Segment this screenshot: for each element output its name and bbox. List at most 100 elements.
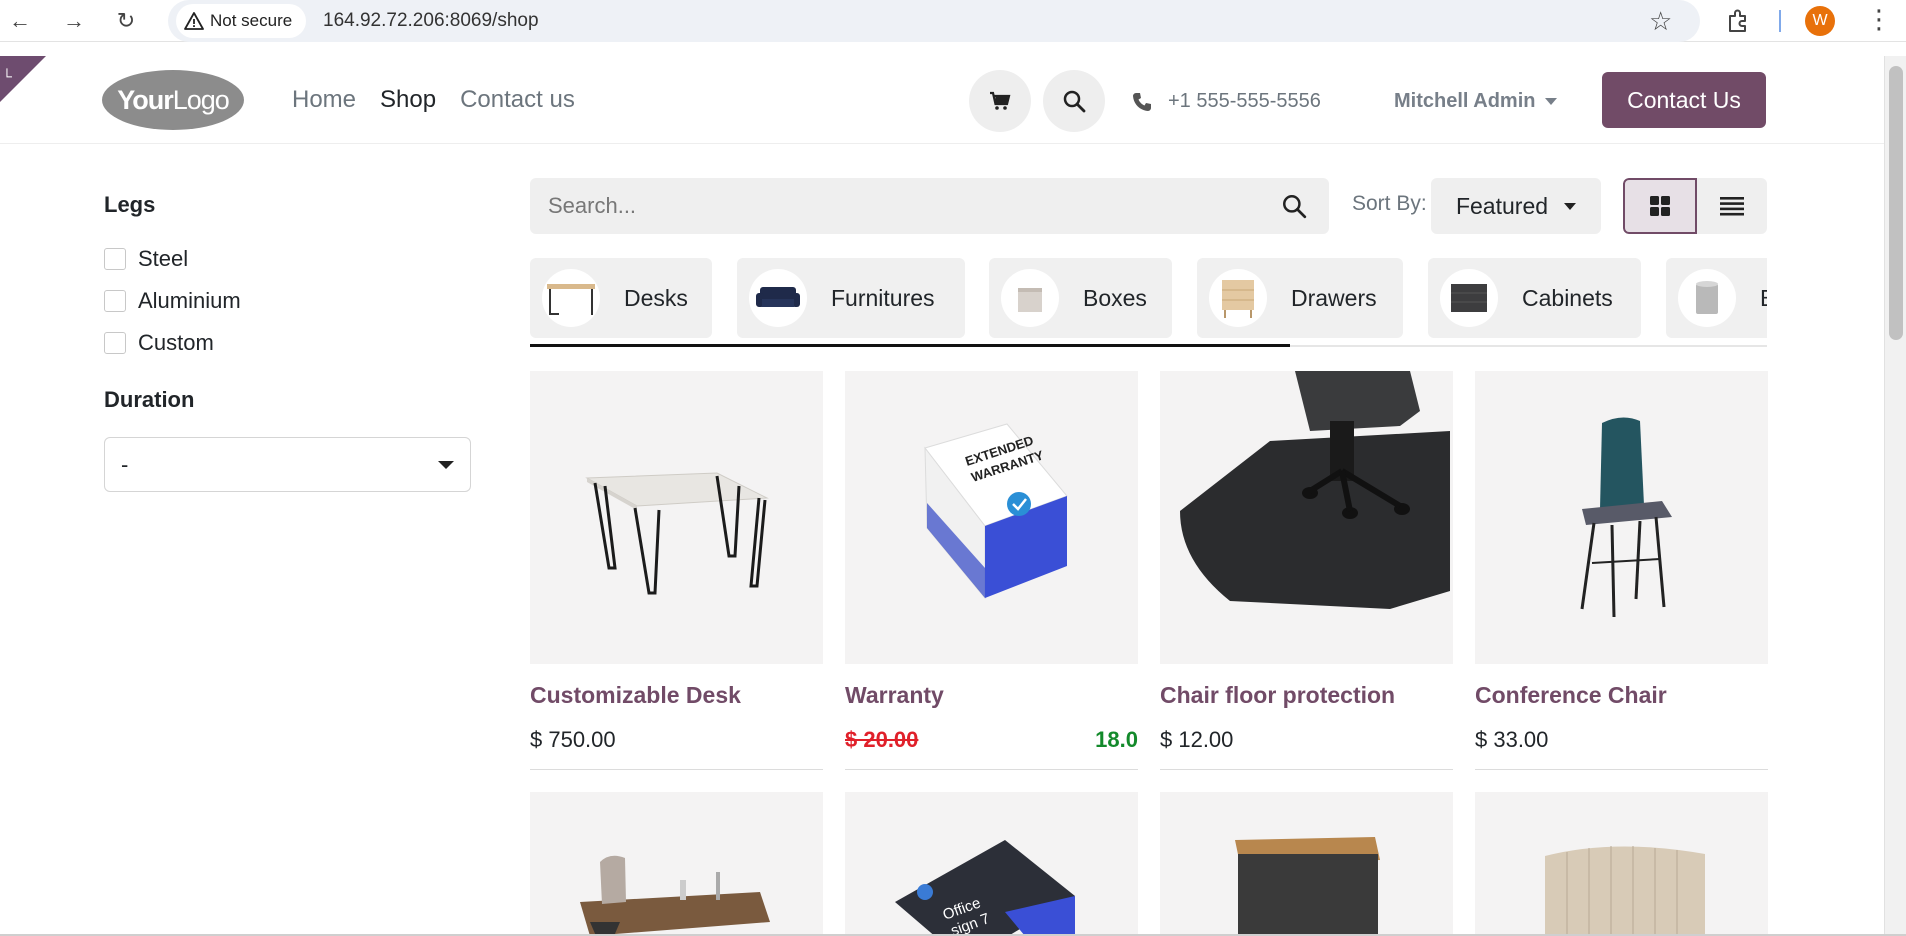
search-input[interactable]	[548, 192, 1248, 220]
chevron-down-icon	[1564, 202, 1577, 210]
discounted-price: 18.0	[1095, 727, 1138, 752]
product-price: $ 12.00	[1160, 727, 1453, 753]
category-chip-cabinets[interactable]: Cabinets	[1428, 258, 1641, 338]
nav-contact-us[interactable]: Contact us	[460, 86, 575, 114]
extensions-icon[interactable]	[1725, 8, 1751, 34]
checkbox[interactable]	[104, 248, 126, 270]
logo-text-bold: Your	[117, 84, 173, 115]
security-indicator[interactable]: Not secure	[176, 4, 307, 38]
site-logo[interactable]: Your Logo	[102, 70, 244, 130]
ribbon-mark-icon: └	[2, 68, 12, 84]
phone-number: +1 555-555-5556	[1168, 90, 1321, 112]
sort-dropdown[interactable]: Featured	[1431, 178, 1601, 234]
product-image[interactable]	[1160, 792, 1453, 936]
filter-option-aluminium[interactable]: Aluminium	[104, 288, 241, 314]
url-text[interactable]: 164.92.72.206:8069/shop	[323, 10, 539, 32]
category-label: Drawers	[1291, 284, 1377, 311]
nav-shop[interactable]: Shop	[380, 86, 436, 114]
contact-us-button[interactable]: Contact Us	[1602, 72, 1766, 128]
product-image[interactable]: EXTENDED WARRANTY	[845, 371, 1138, 664]
view-toggle	[1623, 178, 1767, 234]
category-label: Desks	[624, 284, 688, 311]
price: $ 12.00	[1160, 727, 1234, 752]
product-image[interactable]: Office sign 7	[845, 792, 1138, 936]
category-chip-bins[interactable]: B	[1666, 258, 1767, 338]
product-name[interactable]: Warranty	[845, 682, 1138, 709]
drawer-thumb-icon	[1209, 269, 1267, 327]
checkbox[interactable]	[104, 332, 126, 354]
product-name[interactable]: Customizable Desk	[530, 682, 823, 709]
chevron-down-icon	[438, 460, 454, 469]
bin-thumb-icon	[1678, 269, 1736, 327]
category-carousel: Desks Furnitures Boxes Drawers Cabinets …	[530, 258, 1767, 344]
category-scrollbar[interactable]	[530, 344, 1290, 347]
toolbar-divider	[1779, 10, 1781, 32]
phone-contact[interactable]: +1 555-555-5556	[1132, 90, 1321, 113]
phone-icon	[1133, 92, 1151, 111]
product-image[interactable]	[1160, 371, 1453, 664]
user-menu[interactable]: Mitchell Admin	[1394, 90, 1558, 113]
category-chip-furnitures[interactable]: Furnitures	[737, 258, 965, 338]
product-name[interactable]: Chair floor protection	[1160, 682, 1453, 709]
divider	[1475, 769, 1768, 770]
product-image[interactable]	[1475, 371, 1768, 664]
list-view-button[interactable]	[1697, 178, 1767, 234]
product-image[interactable]	[530, 792, 823, 936]
filter-title-legs: Legs	[104, 192, 156, 217]
page-scrollbar[interactable]	[1884, 56, 1906, 936]
filter-option-steel[interactable]: Steel	[104, 246, 188, 272]
divider	[845, 769, 1138, 770]
product-card[interactable]: Customizable Desk $ 750.00	[530, 371, 823, 753]
divider	[530, 769, 823, 770]
sort-label: Sort By:	[1352, 192, 1427, 215]
checkbox[interactable]	[104, 290, 126, 312]
main-nav: Home Shop Contact us	[292, 86, 575, 114]
category-label: B	[1760, 285, 1767, 312]
box-thumb-icon	[1001, 269, 1059, 327]
profile-avatar[interactable]: W	[1805, 6, 1835, 36]
back-icon[interactable]: ←	[6, 7, 34, 35]
category-chip-boxes[interactable]: Boxes	[989, 258, 1172, 338]
category-label: Furnitures	[831, 284, 935, 311]
forward-icon[interactable]: →	[60, 7, 88, 35]
filter-title-duration: Duration	[104, 387, 195, 412]
cabinet-thumb-icon	[1440, 269, 1498, 327]
product-card[interactable]: Conference Chair $ 33.00	[1475, 371, 1768, 753]
security-label: Not secure	[210, 11, 293, 30]
price: $ 33.00	[1475, 727, 1549, 752]
search-button[interactable]	[1043, 70, 1105, 132]
category-label: Boxes	[1083, 284, 1147, 311]
scrollbar-thumb[interactable]	[1889, 66, 1903, 340]
search-icon	[1063, 90, 1086, 113]
browser-menu-icon[interactable]: ⋮	[1866, 4, 1892, 35]
grid-view-button[interactable]	[1623, 178, 1697, 234]
cart-button[interactable]	[969, 70, 1031, 132]
warning-icon	[184, 11, 204, 31]
product-card[interactable]: Chair floor protection $ 12.00	[1160, 371, 1453, 753]
logo-text-light: Logo	[172, 84, 230, 115]
nav-home[interactable]: Home	[292, 86, 356, 114]
product-image[interactable]	[1475, 792, 1768, 936]
original-price: $ 20.00	[845, 727, 919, 752]
sort-value: Featured	[1455, 192, 1549, 219]
grid-icon	[1650, 196, 1670, 216]
product-image[interactable]	[530, 371, 823, 664]
list-icon	[1720, 197, 1744, 216]
category-chip-desks[interactable]: Desks	[530, 258, 712, 338]
filter-option-label: Custom	[138, 330, 214, 355]
category-chip-drawers[interactable]: Drawers	[1197, 258, 1403, 338]
divider	[1160, 769, 1453, 770]
filter-option-custom[interactable]: Custom	[104, 330, 214, 356]
product-price: $ 20.00 18.0	[845, 727, 1138, 753]
desk-thumb-icon	[542, 269, 600, 327]
product-name[interactable]: Conference Chair	[1475, 682, 1768, 709]
search-icon[interactable]	[1281, 193, 1307, 224]
product-card[interactable]: EXTENDED WARRANTY Warranty $ 20.00 18.0	[845, 371, 1138, 753]
duration-select[interactable]: -	[104, 437, 471, 492]
bookmark-star-icon[interactable]: ☆	[1649, 6, 1672, 37]
reload-icon[interactable]: ↻	[112, 7, 140, 35]
sofa-thumb-icon	[749, 269, 807, 327]
cart-icon	[990, 91, 1011, 110]
filter-option-label: Steel	[138, 246, 189, 271]
category-label: Cabinets	[1522, 284, 1613, 311]
